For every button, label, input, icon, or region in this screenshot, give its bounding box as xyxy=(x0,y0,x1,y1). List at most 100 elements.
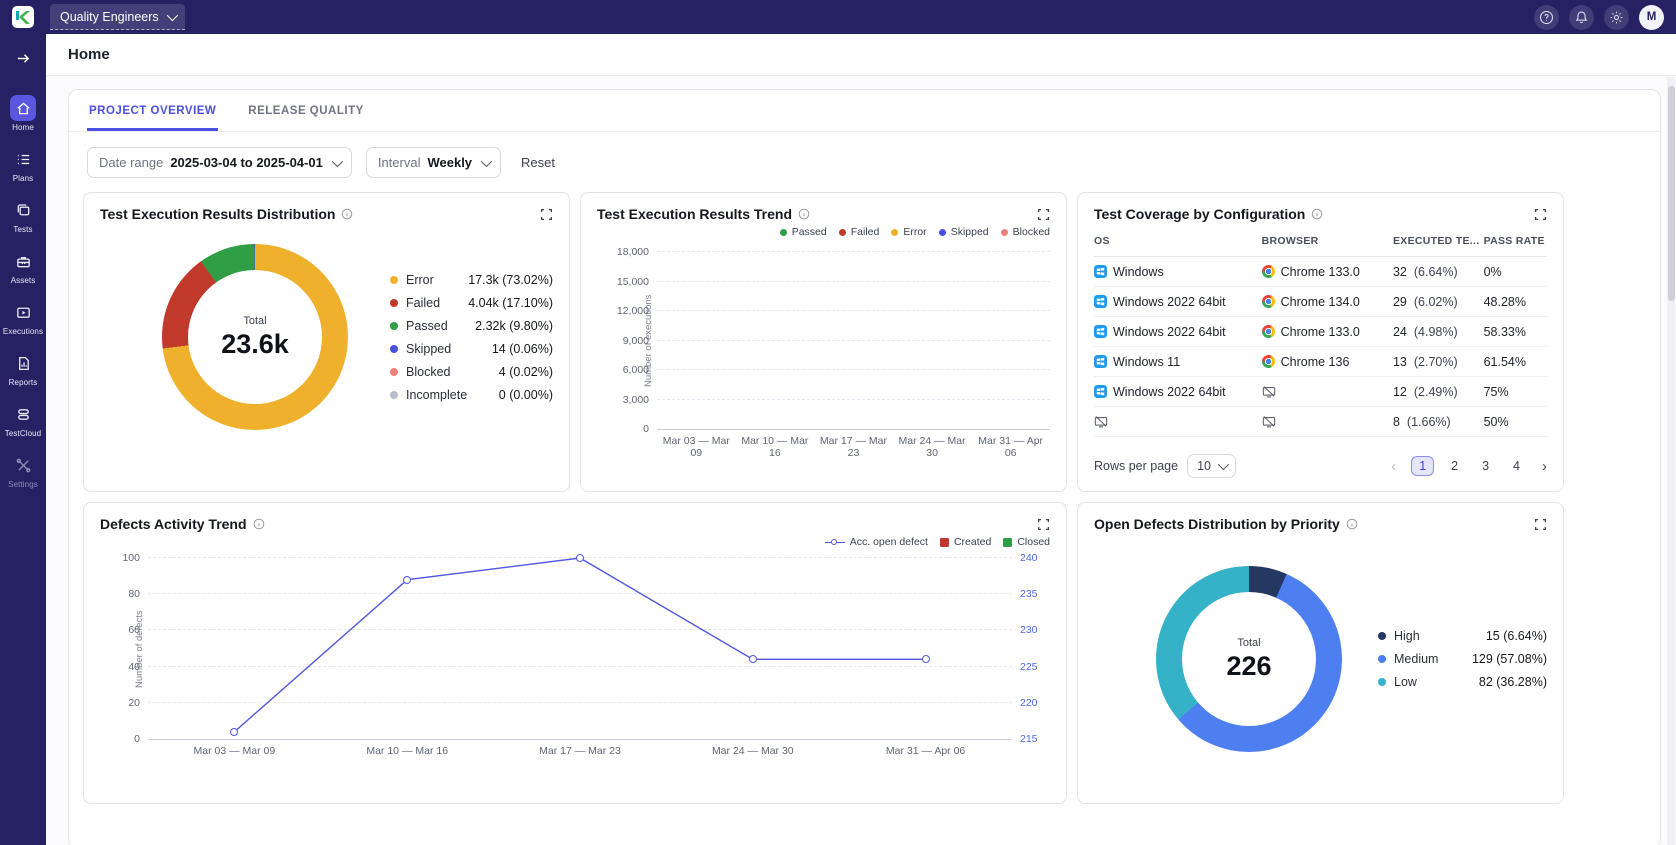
executed-percent: (4.98%) xyxy=(1414,325,1458,339)
executed-count[interactable]: 32 xyxy=(1393,265,1407,279)
page-scrollbar-thumb[interactable] xyxy=(1668,86,1675,301)
plans-list-icon xyxy=(10,146,36,172)
app-logo[interactable] xyxy=(12,6,34,28)
card-test-coverage-by-configuration: Test Coverage by Configuration OSBROWSER… xyxy=(1077,192,1564,492)
legend-item[interactable]: Error17.3k (73.02%) xyxy=(390,273,553,287)
table-row[interactable]: Windows 2022 64bit12(2.49%)75% xyxy=(1094,377,1547,407)
legend-item[interactable]: Low82 (36.28%) xyxy=(1378,675,1547,689)
column-header[interactable]: OS xyxy=(1094,235,1262,247)
sidebar-item-home[interactable]: Home xyxy=(0,88,46,139)
column-header[interactable]: PASS RATE xyxy=(1484,235,1547,247)
legend-item[interactable]: Acc. open defect xyxy=(825,536,928,548)
legend-item[interactable]: Failed4.04k (17.10%) xyxy=(390,296,553,310)
tab-release-quality[interactable]: RELEASE QUALITY xyxy=(246,90,365,131)
legend-item[interactable]: Passed xyxy=(780,226,827,238)
line-data-point[interactable] xyxy=(576,554,584,562)
legend-item[interactable]: Incomplete0 (0.00%) xyxy=(390,388,553,402)
page-button-4[interactable]: 4 xyxy=(1506,457,1527,475)
executed-count[interactable]: 24 xyxy=(1393,325,1407,339)
legend-item[interactable]: Failed xyxy=(839,226,880,238)
legend-item[interactable]: Blocked xyxy=(1001,226,1050,238)
table-row[interactable]: Windows 2022 64bitChrome 133.024(4.98%)5… xyxy=(1094,317,1547,347)
date-range-label: Date range xyxy=(99,155,163,170)
expand-icon[interactable] xyxy=(540,208,553,221)
legend-item[interactable]: Passed2.32k (9.80%) xyxy=(390,319,553,333)
legend-value: 82 (36.28%) xyxy=(1479,675,1547,689)
page-button-2[interactable]: 2 xyxy=(1444,457,1465,475)
legend-item[interactable]: High15 (6.64%) xyxy=(1378,629,1547,643)
sidebar-expand-button[interactable] xyxy=(15,40,32,88)
expand-icon[interactable] xyxy=(1534,208,1547,221)
priority-donut-chart[interactable]: Total 226 xyxy=(1156,566,1342,752)
table-row[interactable]: WindowsChrome 133.032(6.64%)0% xyxy=(1094,257,1547,287)
legend-dot xyxy=(1378,632,1386,640)
browser-name: Chrome 133.0 xyxy=(1281,325,1360,339)
legend-item[interactable]: Error xyxy=(891,226,926,238)
info-icon[interactable] xyxy=(798,208,810,220)
help-icon xyxy=(1539,10,1554,25)
legend-label: Error xyxy=(406,273,434,287)
chevron-down-icon xyxy=(1218,459,1229,470)
card-title: Defects Activity Trend xyxy=(100,516,247,532)
windows-icon xyxy=(1094,295,1107,308)
interval-filter[interactable]: Interval Weekly xyxy=(366,147,501,178)
card-open-defects-distribution-by-priority: Open Defects Distribution by Priority To… xyxy=(1077,502,1564,804)
legend-item[interactable]: Medium129 (57.08%) xyxy=(1378,652,1547,666)
notifications-button[interactable] xyxy=(1569,5,1594,30)
axis-tick-label: 12,000 xyxy=(617,305,649,317)
rows-per-page-select[interactable]: 10 xyxy=(1187,454,1236,478)
legend-dot xyxy=(390,391,398,399)
user-avatar[interactable]: M xyxy=(1639,5,1664,30)
sidebar-item-reports[interactable]: Reports xyxy=(0,343,46,394)
x-axis-label: Mar 24 — Mar 30 xyxy=(893,435,972,459)
sidebar-item-executions[interactable]: Executions xyxy=(0,292,46,343)
reset-filters-button[interactable]: Reset xyxy=(521,155,555,170)
help-button[interactable] xyxy=(1534,5,1559,30)
sidebar-item-testcloud[interactable]: TestCloud xyxy=(0,394,46,445)
info-icon[interactable] xyxy=(341,208,353,220)
info-icon[interactable] xyxy=(253,518,265,530)
tab-project-overview[interactable]: PROJECT OVERVIEW xyxy=(87,90,218,131)
x-axis-label: Mar 24 — Mar 30 xyxy=(666,745,839,757)
line-data-point[interactable] xyxy=(922,655,930,663)
column-header[interactable]: EXECUTED TE... xyxy=(1393,235,1484,247)
previous-page-button[interactable]: ‹ xyxy=(1391,459,1396,474)
sidebar-item-settings[interactable]: Settings xyxy=(0,445,46,496)
date-range-filter[interactable]: Date range 2025-03-04 to 2025-04-01 xyxy=(87,147,352,178)
executed-count[interactable]: 12 xyxy=(1393,385,1407,399)
no-device-icon xyxy=(1094,415,1108,429)
expand-icon[interactable] xyxy=(1037,518,1050,531)
trend-x-axis-labels: Mar 03 — Mar 09Mar 10 — Mar 16Mar 17 — M… xyxy=(597,435,1050,459)
sidebar-item-plans[interactable]: Plans xyxy=(0,139,46,190)
legend-item[interactable]: Skipped xyxy=(939,226,989,238)
table-row[interactable]: 8(1.66%)50% xyxy=(1094,407,1547,437)
page-button-1[interactable]: 1 xyxy=(1411,456,1434,476)
sidebar-item-assets[interactable]: Assets xyxy=(0,241,46,292)
legend-item[interactable]: Skipped14 (0.06%) xyxy=(390,342,553,356)
info-icon[interactable] xyxy=(1346,518,1358,530)
expand-icon[interactable] xyxy=(1534,518,1547,531)
executed-count[interactable]: 29 xyxy=(1393,295,1407,309)
executed-count[interactable]: 8 xyxy=(1393,415,1400,429)
legend-item[interactable]: Created xyxy=(940,536,991,548)
expand-icon[interactable] xyxy=(1037,208,1050,221)
table-row[interactable]: Windows 2022 64bitChrome 134.029(6.02%)4… xyxy=(1094,287,1547,317)
sidebar-item-tests[interactable]: Tests xyxy=(0,190,46,241)
priority-legend: High15 (6.64%) Medium129 (57.08%) Low82 (3… xyxy=(1378,629,1547,689)
axis-tick-label: 100 xyxy=(122,552,140,564)
page-button-3[interactable]: 3 xyxy=(1475,457,1496,475)
gridline xyxy=(657,251,1050,252)
info-icon[interactable] xyxy=(1311,208,1323,220)
legend-item[interactable]: Closed xyxy=(1003,536,1050,548)
line-data-point[interactable] xyxy=(403,576,411,584)
distribution-donut-chart[interactable]: Total 23.6k xyxy=(162,244,348,430)
executed-count[interactable]: 13 xyxy=(1393,355,1407,369)
table-row[interactable]: Windows 11Chrome 13613(2.70%)61.54% xyxy=(1094,347,1547,377)
home-icon xyxy=(10,95,36,121)
executed-percent: (1.66%) xyxy=(1407,415,1451,429)
legend-item[interactable]: Blocked4 (0.02%) xyxy=(390,365,553,379)
next-page-button[interactable]: › xyxy=(1542,459,1547,474)
column-header[interactable]: BROWSER xyxy=(1262,235,1393,247)
settings-button[interactable] xyxy=(1604,5,1629,30)
project-selector[interactable]: Quality Engineers xyxy=(50,4,185,30)
